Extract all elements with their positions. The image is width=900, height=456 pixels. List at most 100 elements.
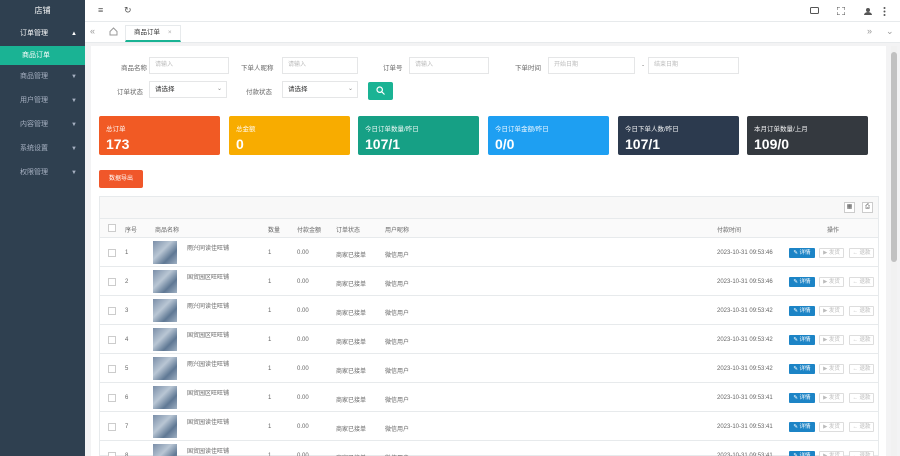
ship-button[interactable]: ▶ 发货	[819, 364, 844, 374]
order-status-select[interactable]: 请选择 ⌄	[149, 81, 227, 98]
row-product-name: 国贸园区旺旺铺	[187, 391, 230, 397]
sidebar: 店铺 订单管理 ▲ 商品订单 商品管理 ▼ 用户管理 ▼ 内容管理 ▼ 系统设置…	[0, 0, 85, 456]
home-icon[interactable]	[109, 27, 118, 36]
table-row: 1 雨兴同读佳旺铺 1 0.00 商家已接单 微信用户 2023-10-31 09:53:4…	[100, 238, 878, 267]
sidebar-item-products[interactable]: 商品管理 ▼	[0, 65, 85, 89]
tabs-scroll-left-icon[interactable]: «	[90, 26, 95, 36]
ship-button[interactable]: ▶ 发货	[819, 248, 844, 258]
row-checkbox[interactable]	[108, 307, 116, 315]
start-date-input[interactable]: 开始日期	[548, 57, 635, 74]
ship-button[interactable]: ▶ 发货	[819, 393, 844, 403]
sidebar-item-permissions[interactable]: 权限管理 ▼	[0, 161, 85, 185]
ship-button[interactable]: ▶ 发货	[819, 335, 844, 345]
row-no: 7	[125, 424, 129, 430]
row-product-name: 国贸园读佳旺铺	[187, 449, 230, 455]
detail-button[interactable]: ✎ 详情	[789, 248, 815, 258]
table-row: 7 国贸园读佳旺铺 1 0.00 商家已接单 微信用户 2023-10-31 09:53:4…	[100, 412, 878, 441]
row-user: 微信用户	[385, 398, 410, 404]
row-user: 微信用户	[385, 369, 410, 375]
row-checkbox[interactable]	[108, 336, 116, 344]
row-checkbox[interactable]	[108, 423, 116, 431]
more-vertical-icon[interactable]	[883, 7, 886, 16]
detail-button[interactable]: ✎ 详情	[789, 451, 815, 456]
tab-product-orders[interactable]: 商品订单 ×	[125, 25, 181, 42]
row-qty: 1	[268, 279, 272, 285]
search-button[interactable]	[368, 82, 393, 100]
table-row: 2 国贸园区旺旺铺 1 0.00 商家已接单 微信用户 2023-10-31 09:53:4…	[100, 267, 878, 296]
scrollbar-thumb[interactable]	[891, 52, 897, 262]
row-user: 微信用户	[385, 311, 410, 317]
row-checkbox[interactable]	[108, 394, 116, 402]
row-qty: 1	[268, 424, 272, 430]
chevron-down-icon: ⌄	[347, 86, 353, 92]
order-no-input[interactable]: 请输入	[409, 57, 489, 74]
detail-button[interactable]: ✎ 详情	[789, 364, 815, 374]
refund-button[interactable]: ← 退款	[849, 277, 874, 287]
select-all-checkbox[interactable]	[108, 224, 116, 232]
date-range-separator: -	[642, 62, 645, 69]
refund-button[interactable]: ← 退款	[849, 393, 874, 403]
orderer-input[interactable]: 请输入	[282, 57, 358, 74]
user-icon[interactable]	[864, 7, 872, 15]
row-checkbox[interactable]	[108, 278, 116, 286]
chevron-down-icon: ▼	[71, 74, 77, 80]
row-product-name: 国贸园读佳旺铺	[187, 420, 230, 426]
refund-button[interactable]: ← 退款	[849, 422, 874, 432]
row-no: 6	[125, 395, 129, 401]
refund-button[interactable]: ← 退款	[849, 335, 874, 345]
tabs-scroll-right-icon[interactable]: »	[867, 26, 872, 36]
message-icon[interactable]	[810, 7, 819, 15]
product-name-input[interactable]: 请输入	[149, 57, 229, 74]
row-checkbox[interactable]	[108, 452, 116, 456]
detail-button[interactable]: ✎ 详情	[789, 306, 815, 316]
row-status: 商家已接单	[336, 253, 367, 259]
product-thumbnail	[153, 386, 177, 409]
product-thumbnail	[153, 270, 177, 293]
orders-table: ▦ ⎙ 序号 商品名称 数量 付款金额 订单状态 用户昵称 付款时间 操作 1 雨…	[99, 196, 879, 456]
row-amount: 0.00	[297, 337, 309, 343]
refresh-icon[interactable]: ↻	[124, 5, 132, 16]
chevron-down-icon[interactable]: ⌄	[886, 26, 894, 37]
sidebar-item-users[interactable]: 用户管理 ▼	[0, 89, 85, 113]
row-user: 微信用户	[385, 282, 410, 288]
col-header-qty: 数量	[268, 228, 281, 234]
export-button[interactable]: 数据导出	[99, 170, 143, 188]
row-status: 商家已接单	[336, 427, 367, 433]
ship-button[interactable]: ▶ 发货	[819, 277, 844, 287]
col-header-actions: 操作	[827, 228, 840, 234]
table-row: 3 雨兴同读佳旺铺 1 0.00 商家已接单 微信用户 2023-10-31 09:53:4…	[100, 296, 878, 325]
row-no: 5	[125, 366, 129, 372]
sidebar-item-content[interactable]: 内容管理 ▼	[0, 113, 85, 137]
detail-button[interactable]: ✎ 详情	[789, 335, 815, 345]
pay-status-select[interactable]: 请选择 ⌄	[282, 81, 358, 98]
detail-button[interactable]: ✎ 详情	[789, 393, 815, 403]
end-date-input[interactable]: 结束日期	[648, 57, 739, 74]
row-product-name: 国贸园区旺旺铺	[187, 275, 230, 281]
detail-button[interactable]: ✎ 详情	[789, 277, 815, 287]
menu-icon[interactable]: ≡	[98, 5, 103, 15]
row-checkbox[interactable]	[108, 249, 116, 257]
col-header-amount: 付款金额	[297, 228, 322, 234]
row-user: 微信用户	[385, 340, 410, 346]
sidebar-group-orders[interactable]: 订单管理 ▲	[0, 22, 85, 46]
fullscreen-icon[interactable]	[837, 7, 845, 15]
refund-button[interactable]: ← 退款	[849, 248, 874, 258]
detail-button[interactable]: ✎ 详情	[789, 422, 815, 432]
sidebar-item-product-orders[interactable]: 商品订单	[0, 46, 85, 65]
ship-button[interactable]: ▶ 发货	[819, 422, 844, 432]
table-row: 8国贸园读佳旺铺10.00商家已接单微信用户2023-10-31 09:53:4…	[100, 441, 878, 456]
close-icon[interactable]: ×	[168, 29, 172, 36]
refund-button[interactable]: ← 退款	[849, 306, 874, 316]
page-scrollbar[interactable]	[891, 46, 897, 456]
row-checkbox[interactable]	[108, 365, 116, 373]
print-icon[interactable]: ⎙	[862, 202, 873, 213]
ship-button[interactable]: ▶ 发货	[819, 451, 844, 456]
refund-button[interactable]: ← 退款	[849, 451, 874, 456]
row-no: 3	[125, 308, 129, 314]
stat-card-today-orders: 今日订单数量/昨日 107/1	[358, 116, 479, 155]
refund-button[interactable]: ← 退款	[849, 364, 874, 374]
stat-label: 本月订单数量/上月	[754, 126, 808, 133]
sidebar-item-settings[interactable]: 系统设置 ▼	[0, 137, 85, 161]
ship-button[interactable]: ▶ 发货	[819, 306, 844, 316]
columns-icon[interactable]: ▦	[844, 202, 855, 213]
